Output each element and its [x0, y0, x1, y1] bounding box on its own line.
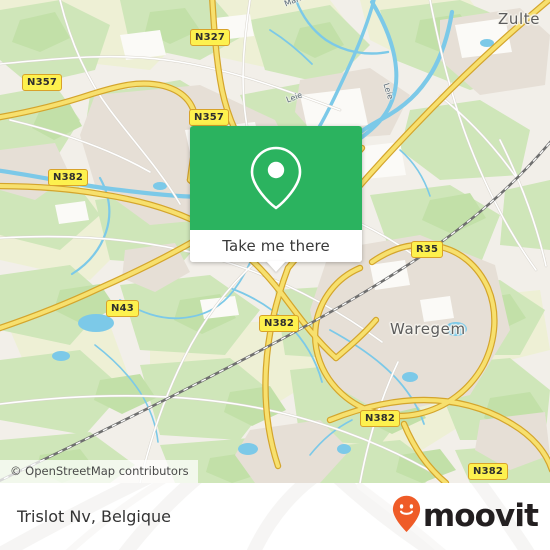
road-shield-n357-east[interactable]: N357	[189, 109, 230, 126]
callout-icon-area	[190, 126, 362, 230]
callout-action-area[interactable]: Take me there	[190, 230, 362, 262]
callout-pointer	[266, 261, 286, 272]
osm-attribution[interactable]: © OpenStreetMap contributors	[0, 460, 198, 483]
road-shield-r35[interactable]: R35	[411, 241, 444, 258]
road-shield-n43[interactable]: N43	[106, 300, 139, 317]
take-me-there-callout[interactable]: Take me there	[190, 126, 362, 272]
map-canvas[interactable]: Zulte Waregem Mandel Leie Leie N327 N357…	[0, 0, 550, 483]
footer-bar: Trislot Nv, Belgique moovit	[0, 483, 550, 550]
take-me-there-label: Take me there	[222, 237, 330, 255]
road-shield-n357-west[interactable]: N357	[22, 74, 63, 91]
moovit-wordmark: moovit	[422, 498, 539, 534]
moovit-brand[interactable]: moovit	[392, 483, 539, 550]
road-shield-n382-bottom[interactable]: N382	[468, 463, 509, 480]
map-pin-icon	[249, 145, 303, 211]
place-title: Trislot Nv, Belgique	[17, 507, 171, 526]
road-shield-n382-lower[interactable]: N382	[360, 410, 401, 427]
road-shield-n382-left[interactable]: N382	[48, 169, 89, 186]
road-shield-n327[interactable]: N327	[190, 29, 231, 46]
moovit-pin-smiley-icon	[392, 495, 421, 538]
road-shield-n382-mid[interactable]: N382	[259, 315, 300, 332]
moovit-map-screenshot: Zulte Waregem Mandel Leie Leie N327 N357…	[0, 0, 550, 550]
